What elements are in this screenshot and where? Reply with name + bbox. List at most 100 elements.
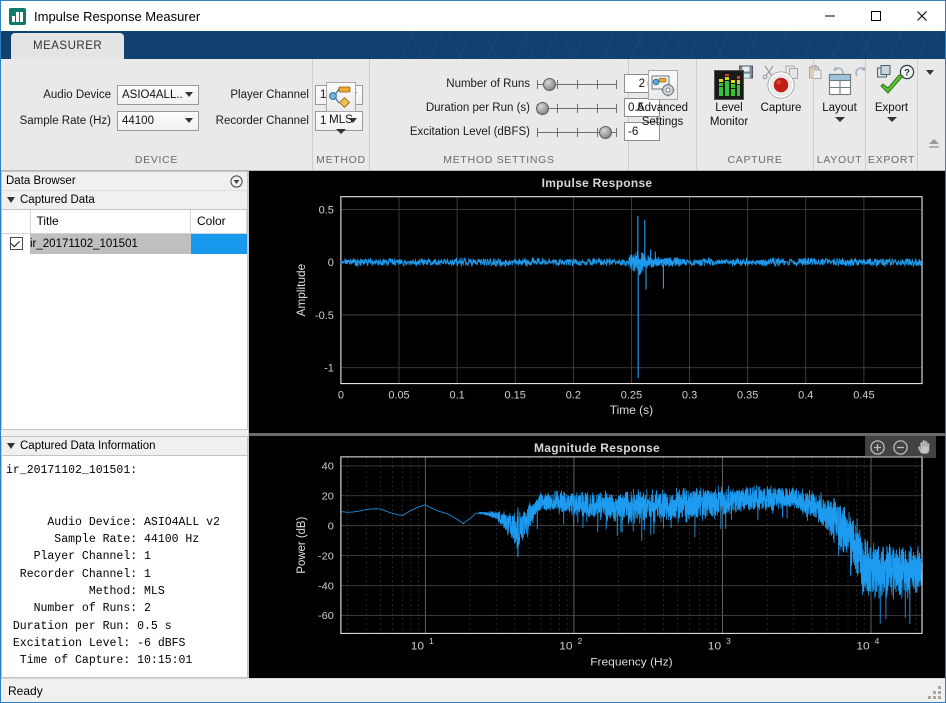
svg-text:-1: -1 [324, 363, 334, 375]
col-header-color[interactable]: Color [191, 210, 247, 233]
level-monitor-label-line1: Level [715, 102, 743, 115]
captured-data-information-header[interactable]: Captured Data Information [1, 436, 248, 456]
row-checkbox-cell[interactable] [2, 233, 30, 254]
svg-text:-40: -40 [318, 581, 334, 593]
chevron-down-icon [7, 197, 15, 203]
ribbon-collapse-button[interactable] [927, 136, 941, 150]
tab-measurer[interactable]: MEASURER [11, 33, 124, 59]
level-monitor-icon [714, 70, 744, 100]
recorder-channel-label: Recorder Channel [205, 115, 309, 127]
captured-data-information-label: Captured Data Information [20, 440, 156, 452]
window-title: Impulse Response Measurer [34, 9, 200, 24]
svg-text:1: 1 [429, 637, 434, 646]
svg-text:20: 20 [322, 491, 334, 503]
layout-label: Layout [822, 102, 857, 115]
duration-per-run-slider[interactable] [537, 99, 617, 117]
status-bar: Ready [1, 678, 945, 702]
svg-text:0.25: 0.25 [621, 389, 642, 401]
zoom-out-icon[interactable] [890, 437, 911, 457]
window-controls [807, 1, 945, 31]
ribbon-group-capture: Level Monitor Capture CAPTURE [697, 59, 814, 170]
ribbon-group-layout: Layout LAYOUT [814, 59, 866, 170]
row-title[interactable]: ir_20171102_101501 [30, 233, 191, 254]
captured-data-table: Title Color ir_20171102_101501 [2, 210, 247, 254]
number-of-runs-slider[interactable] [537, 75, 617, 93]
chevron-down-icon[interactable] [336, 129, 346, 134]
ribbon-group-method-settings: Number of Runs 2 [370, 59, 629, 170]
captured-data-information-text: ir_20171102_101501: Audio Device: ASIO4A… [6, 462, 243, 670]
svg-text:0: 0 [328, 257, 334, 269]
col-header-check [2, 210, 30, 233]
svg-text:10: 10 [856, 640, 870, 653]
row-color-cell[interactable] [191, 233, 247, 254]
ribbon-group-method: MLS METHOD [313, 59, 370, 170]
level-monitor-button[interactable]: Level Monitor [703, 67, 755, 131]
capture-label: Capture [761, 102, 802, 115]
panel-menu-icon[interactable] [229, 174, 243, 188]
svg-text:0.05: 0.05 [388, 389, 409, 401]
advanced-settings-label-line1: Advanced [637, 102, 688, 115]
mls-method-icon [326, 82, 356, 112]
export-label: Export [875, 102, 908, 115]
export-button[interactable]: Export [872, 67, 911, 124]
capture-button[interactable]: Capture [755, 67, 807, 117]
captured-data-section-header[interactable]: Captured Data [1, 190, 248, 210]
record-icon [766, 70, 796, 100]
excitation-level-slider[interactable] [537, 123, 617, 141]
svg-text:0: 0 [328, 521, 334, 533]
color-swatch[interactable] [191, 234, 247, 254]
close-button[interactable] [899, 1, 945, 31]
ribbon-group-export: Export EXPORT [866, 59, 918, 170]
svg-text:0.35: 0.35 [737, 389, 758, 401]
captured-data-information-panel: Captured Data Information ir_20171102_10… [1, 436, 248, 678]
impulse-response-plot[interactable]: Impulse Response 00.050.10.150.20.250.30… [249, 171, 945, 436]
setting-excitation-level: Excitation Level (dBFS) -6 [380, 122, 660, 141]
chevron-down-icon[interactable] [887, 117, 897, 122]
minimize-button[interactable] [807, 1, 853, 31]
chevron-down-icon[interactable] [835, 117, 845, 122]
row-visibility-checkbox[interactable] [10, 237, 23, 250]
advanced-settings-icon [648, 70, 678, 100]
level-monitor-label-line2: Monitor [710, 116, 748, 129]
pan-hand-icon[interactable] [913, 437, 934, 457]
layout-button[interactable]: Layout [820, 67, 859, 124]
mls-method-label: MLS [329, 114, 353, 127]
ribbon-group-advanced-settings: Advanced Settings [629, 59, 697, 170]
magnitude-response-plot[interactable]: Magnitude Response 10110210310440200-20-… [249, 436, 945, 678]
advanced-settings-label-line2: Settings [642, 116, 684, 129]
svg-text:-60: -60 [318, 610, 334, 622]
svg-text:0.5: 0.5 [319, 204, 334, 216]
captured-data-section-label: Captured Data [20, 194, 95, 206]
audio-device-combo[interactable]: ASIO4ALL... [117, 85, 199, 105]
audio-device-label: Audio Device [17, 89, 111, 101]
col-header-title[interactable]: Title [30, 210, 191, 233]
status-text: Ready [8, 684, 43, 698]
sample-rate-value: 44100 [122, 115, 182, 127]
chevron-down-icon [182, 118, 196, 123]
plots-area: Impulse Response 00.050.10.150.20.250.30… [248, 171, 945, 678]
left-panel: Data Browser Captured Data Title [1, 171, 248, 678]
impulse-response-canvas[interactable]: 00.050.10.150.20.250.30.350.40.450.50-0.… [249, 171, 945, 433]
svg-text:0.15: 0.15 [505, 389, 526, 401]
svg-text:10: 10 [559, 640, 573, 653]
svg-text:0.2: 0.2 [566, 389, 581, 401]
advanced-settings-button[interactable]: Advanced Settings [635, 67, 690, 131]
svg-text:Amplitude: Amplitude [294, 263, 308, 316]
maximize-button[interactable] [853, 1, 899, 31]
zoom-in-icon[interactable] [867, 437, 888, 457]
group-label-method: METHOD [313, 152, 369, 170]
magnitude-response-canvas[interactable]: 10110210310440200-20-40-60Frequency (Hz)… [249, 436, 945, 678]
sample-rate-combo[interactable]: 44100 [117, 111, 199, 131]
checkmark-icon [877, 72, 907, 98]
svg-text:0: 0 [338, 389, 344, 401]
resize-grip[interactable] [929, 687, 941, 699]
audio-device-value: ASIO4ALL... [122, 89, 183, 101]
chevron-down-icon [7, 443, 15, 449]
table-row[interactable]: ir_20171102_101501 [2, 233, 247, 254]
mls-method-button[interactable]: MLS [319, 79, 363, 136]
svg-text:4: 4 [875, 637, 880, 646]
svg-text:Power (dB): Power (dB) [295, 517, 308, 574]
svg-text:3: 3 [726, 637, 731, 646]
ribbon-tab-strip: MEASURER [1, 31, 945, 59]
player-channel-label: Player Channel [205, 89, 309, 101]
